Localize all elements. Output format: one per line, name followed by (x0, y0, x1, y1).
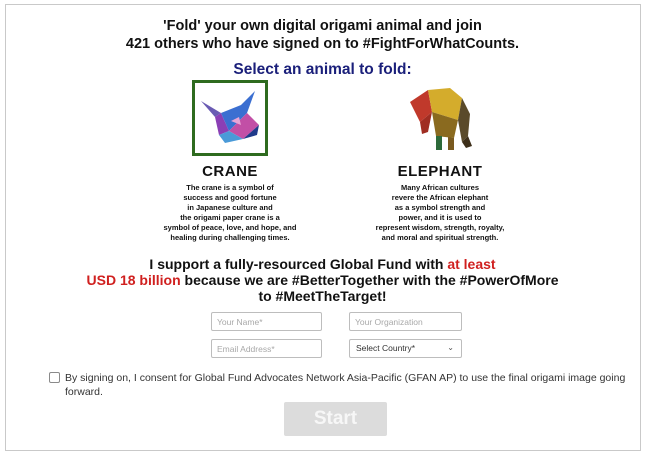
support-text-2: because we are #BetterTogether with the … (180, 272, 559, 288)
select-animal-prompt: Select an animal to fold: (233, 61, 412, 78)
chevron-down-icon: ⌄ (447, 343, 454, 352)
support-statement: I support a fully-resourced Global Fund … (0, 256, 645, 304)
organization-input[interactable] (349, 312, 462, 331)
support-highlight-1: at least (447, 256, 496, 272)
headline-line1: 'Fold' your own digital origami animal a… (163, 18, 482, 34)
elephant-description: Many African cultures revere the African… (375, 183, 505, 242)
headline: 'Fold' your own digital origami animal a… (0, 17, 645, 53)
name-input[interactable] (211, 312, 322, 331)
email-input[interactable] (211, 339, 322, 358)
crane-description: The crane is a symbol of success and goo… (163, 183, 297, 242)
support-text-3: to #MeetTheTarget! (258, 288, 387, 304)
support-text-1: I support a fully-resourced Global Fund … (149, 256, 448, 272)
consent-checkbox[interactable] (49, 372, 60, 383)
country-select[interactable]: Select Country* ⌄ (349, 339, 462, 358)
animal-option-elephant[interactable]: ELEPHANT Many African cultures revere th… (345, 80, 535, 243)
origami-crane-image (201, 91, 259, 143)
country-select-value: Select Country* (356, 343, 416, 353)
start-button[interactable]: Start (284, 402, 387, 436)
crane-title: CRANE (202, 163, 258, 180)
consent-text: By signing on, I consent for Global Fund… (65, 372, 626, 398)
animal-option-crane[interactable]: CRANE The crane is a symbol of success a… (140, 80, 320, 243)
support-highlight-2: USD 18 billion (86, 272, 181, 288)
origami-elephant-image (410, 88, 472, 150)
elephant-title: ELEPHANT (397, 163, 483, 180)
headline-line2: 421 others who have signed on to #FightF… (125, 36, 520, 52)
elephant-image-frame[interactable] (402, 80, 478, 156)
crane-image-frame[interactable] (192, 80, 268, 156)
